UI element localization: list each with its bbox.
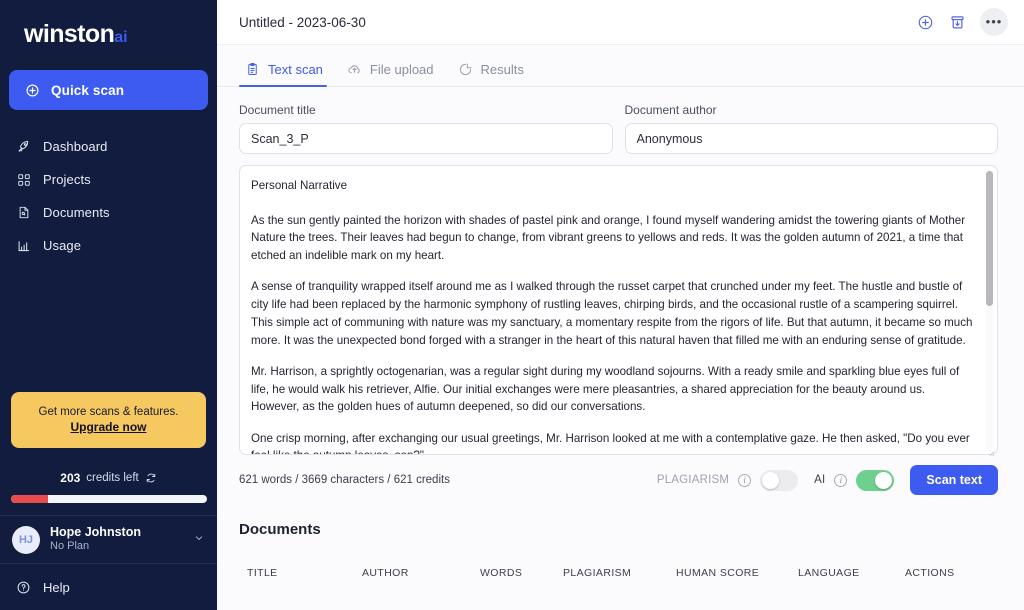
editor-paragraph: A sense of tranquility wrapped itself ar…	[251, 280, 973, 347]
sidebar-nav: Dashboard Projects Documents Usage	[0, 130, 217, 262]
document-fields: Document title Document author	[239, 103, 998, 154]
credits-label: credits left	[86, 472, 139, 484]
editor-paragraph: Personal Narrative	[251, 179, 348, 192]
user-name: Hope Johnston	[50, 524, 141, 539]
app-root: winstonai Quick scan Dashboard Projects …	[0, 0, 1024, 610]
column-header-title[interactable]: TITLE	[247, 567, 362, 579]
archive-download-icon[interactable]	[948, 13, 966, 31]
plagiarism-toggle-group: PLAGIARISM i	[656, 469, 799, 491]
document-title-label: Document title	[239, 103, 316, 117]
plus-circle-icon[interactable]	[916, 13, 934, 31]
plagiarism-label: PLAGIARISM	[656, 474, 730, 486]
documents-heading: Documents	[239, 521, 321, 538]
editor-footer: 621 words / 3669 characters / 621 credit…	[239, 465, 998, 495]
document-author-field: Document author	[624, 103, 998, 154]
upgrade-now-link[interactable]: Upgrade now	[70, 420, 146, 434]
tab-results[interactable]: Results	[452, 62, 542, 86]
bar-chart-icon	[16, 238, 31, 253]
quick-scan-label: Quick scan	[51, 82, 125, 98]
refresh-icon[interactable]	[145, 472, 157, 484]
upgrade-banner[interactable]: Get more scans & features. Upgrade now	[11, 392, 206, 448]
main-area: Untitled - 2023-06-30 ••• Text scan File…	[217, 0, 1024, 610]
plagiarism-toggle[interactable]	[760, 469, 799, 491]
user-plan: No Plan	[50, 540, 90, 553]
tab-content: Document title Document author Personal …	[217, 87, 1024, 610]
column-header-plagiarism[interactable]: PLAGIARISM	[563, 567, 676, 579]
sidebar-item-label: Dashboard	[43, 139, 108, 154]
info-icon[interactable]: i	[834, 473, 848, 487]
ai-toggle[interactable]	[856, 469, 895, 491]
tab-label: File upload	[369, 62, 434, 77]
avatar: HJ	[12, 525, 40, 554]
text-editor[interactable]: Personal Narrative As the sun gently pai…	[239, 165, 998, 455]
rocket-icon	[16, 139, 31, 154]
clipboard-icon	[245, 62, 260, 77]
column-header-actions: ACTIONS	[905, 567, 955, 579]
sidebar-item-dashboard[interactable]: Dashboard	[0, 130, 217, 163]
resize-grip-icon[interactable]	[986, 444, 995, 457]
editor-scrollbar-thumb[interactable]	[986, 171, 993, 306]
documents-section: Documents TITLE AUTHOR WORDS PLAGIARISM …	[239, 521, 998, 579]
user-meta: Hope Johnston No Plan	[50, 525, 183, 554]
ellipsis-icon[interactable]: •••	[980, 8, 1008, 36]
page-title: Untitled - 2023-06-30	[239, 14, 366, 30]
cloud-upload-icon	[347, 62, 362, 77]
sidebar-item-label: Usage	[43, 238, 82, 253]
user-profile-row[interactable]: HJ Hope Johnston No Plan	[0, 515, 217, 563]
ai-label: AI	[814, 474, 826, 486]
chevron-down-icon[interactable]	[193, 532, 205, 547]
document-title-input[interactable]	[239, 123, 613, 154]
word-count-status: 621 words / 3669 characters / 621 credit…	[239, 474, 450, 486]
sidebar-item-projects[interactable]: Projects	[0, 163, 217, 196]
text-editor-wrap: Personal Narrative As the sun gently pai…	[239, 165, 998, 457]
sidebar-item-documents[interactable]: Documents	[0, 196, 217, 229]
logo[interactable]: winstonai	[0, 0, 217, 62]
tab-text-scan[interactable]: Text scan	[239, 62, 341, 87]
column-header-human-score[interactable]: HUMAN SCORE	[676, 567, 798, 579]
document-title-field: Document title	[239, 103, 613, 154]
sidebar: winstonai Quick scan Dashboard Projects …	[0, 0, 217, 610]
scan-text-button[interactable]: Scan text	[910, 465, 998, 495]
tab-label: Text scan	[268, 62, 323, 77]
topbar-actions: •••	[916, 8, 1008, 36]
credits-amount: 203	[60, 471, 81, 485]
editor-paragraph: One crisp morning, after exchanging our …	[251, 431, 970, 454]
documents-table-header: TITLE AUTHOR WORDS PLAGIARISM HUMAN SCOR…	[239, 567, 998, 579]
ai-toggle-group: AI i	[814, 469, 895, 491]
toggle-knob	[875, 471, 893, 489]
sidebar-item-usage[interactable]: Usage	[0, 229, 217, 262]
pie-chart-icon	[458, 62, 473, 77]
document-icon	[16, 205, 31, 220]
credits-section: 203 credits left	[0, 469, 217, 503]
editor-paragraph: Mr. Harrison, a sprightly octogenarian, …	[251, 364, 960, 414]
editor-scrollbar[interactable]	[986, 169, 993, 451]
credits-progress-bar	[10, 495, 207, 503]
tab-bar: Text scan File upload Results	[217, 45, 1024, 87]
logo-suffix: ai	[114, 29, 128, 46]
help-label: Help	[43, 579, 70, 595]
help-row[interactable]: Help	[0, 563, 217, 610]
column-header-author[interactable]: AUTHOR	[362, 567, 480, 579]
credits-progress-fill	[10, 495, 48, 503]
sidebar-item-label: Documents	[43, 205, 110, 220]
tab-file-upload[interactable]: File upload	[341, 62, 452, 86]
column-header-words[interactable]: WORDS	[480, 567, 563, 579]
plus-circle-icon	[25, 83, 40, 98]
toggle-knob	[762, 471, 780, 489]
tab-label: Results	[480, 62, 524, 77]
column-header-language[interactable]: LANGUAGE	[798, 567, 905, 579]
upgrade-text: Get more scans & features.	[38, 406, 179, 418]
document-author-label: Document author	[624, 103, 717, 117]
topbar: Untitled - 2023-06-30 •••	[217, 0, 1024, 45]
editor-paragraph: As the sun gently painted the horizon wi…	[251, 213, 966, 263]
grid-icon	[16, 172, 31, 187]
sidebar-item-label: Projects	[43, 172, 91, 187]
logo-text: winston	[24, 20, 115, 48]
info-icon[interactable]: i	[738, 473, 752, 487]
credits-text: 203 credits left	[60, 471, 156, 485]
question-circle-icon	[16, 580, 31, 595]
quick-scan-button[interactable]: Quick scan	[9, 70, 208, 110]
document-author-input[interactable]	[624, 123, 998, 154]
